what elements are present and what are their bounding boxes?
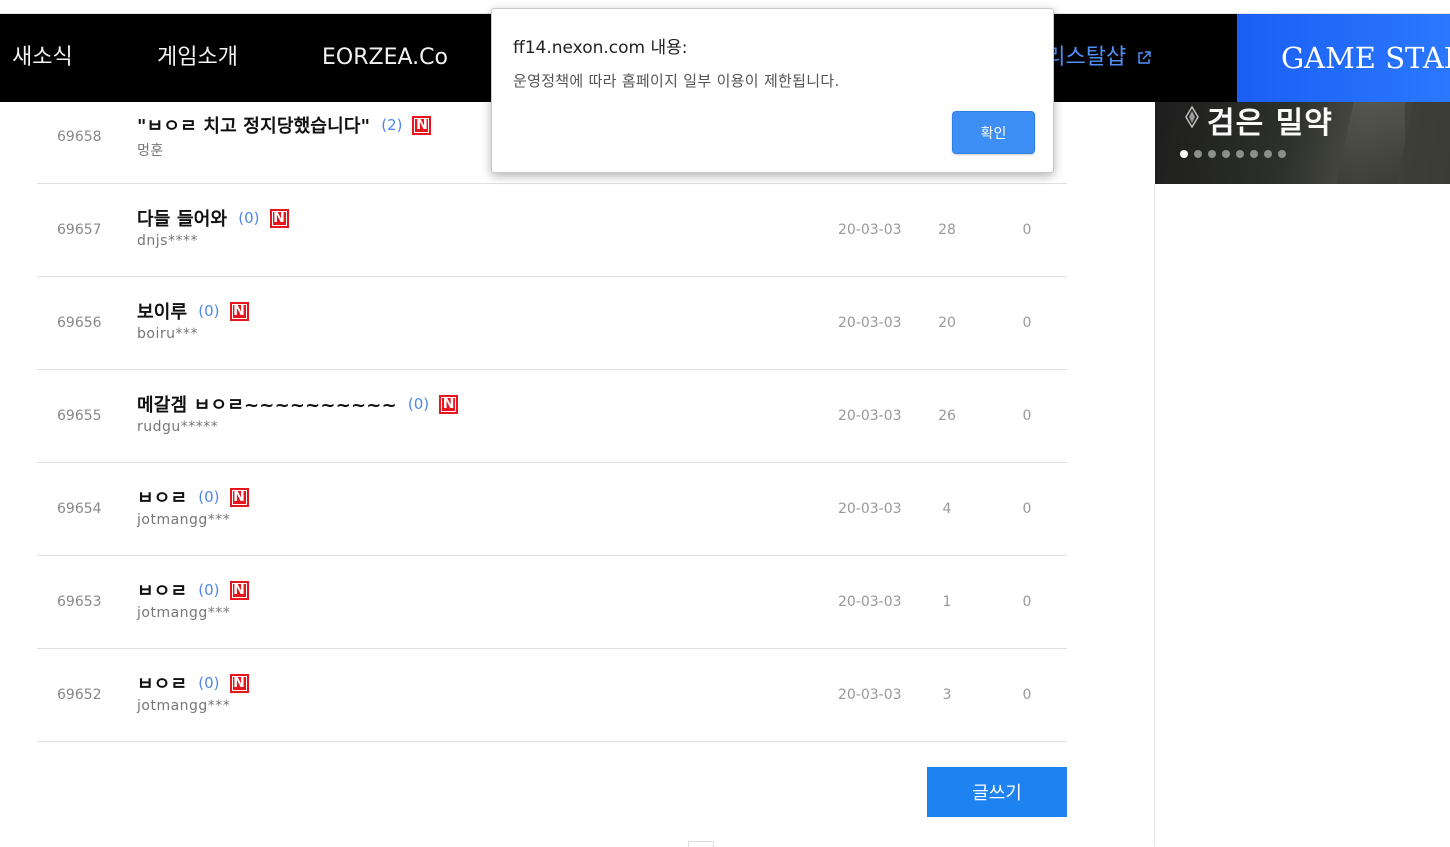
post-row[interactable]: 69653 ㅂㅇㄹ (0) N jotmangg*** 20-03-03 1 0 bbox=[37, 556, 1067, 649]
new-badge-icon: N bbox=[269, 208, 289, 228]
post-number: 69657 bbox=[57, 222, 102, 238]
post-title[interactable]: "ㅂㅇㄹ 치고 정지당했습니다" bbox=[137, 112, 370, 138]
new-badge-icon: N bbox=[229, 301, 249, 321]
comment-count: (2) bbox=[381, 116, 403, 134]
post-likes: 0 bbox=[1022, 408, 1032, 424]
banner-art-figure bbox=[1336, 102, 1414, 184]
post-date: 20-03-03 bbox=[838, 408, 902, 424]
post-title[interactable]: ㅂㅇㄹ bbox=[137, 577, 187, 603]
banner-dot[interactable] bbox=[1208, 150, 1216, 158]
banner-dot[interactable] bbox=[1250, 150, 1258, 158]
post-views: 3 bbox=[942, 687, 952, 703]
new-badge-icon: N bbox=[439, 394, 459, 414]
external-link-icon bbox=[1138, 51, 1151, 64]
post-title[interactable]: 보이루 bbox=[137, 298, 187, 324]
new-badge-icon: N bbox=[412, 115, 432, 135]
post-author: dnjs**** bbox=[137, 233, 198, 249]
post-author: rudgu***** bbox=[137, 419, 219, 435]
banner-dot[interactable] bbox=[1180, 150, 1188, 158]
post-number: 69653 bbox=[57, 594, 102, 610]
promo-banner[interactable]: 검은 밀약 bbox=[1155, 102, 1450, 184]
post-number: 69656 bbox=[57, 315, 102, 331]
post-row[interactable]: 69656 보이루 (0) N boiru*** 20-03-03 20 0 bbox=[37, 277, 1067, 370]
diamond-icon bbox=[1185, 106, 1199, 128]
post-number: 69658 bbox=[57, 129, 102, 145]
game-start-button[interactable]: GAME START bbox=[1237, 14, 1450, 102]
comment-count: (0) bbox=[198, 302, 220, 320]
post-title[interactable]: 메갈겜 ㅂㅇㄹ~~~~~~~~~~ bbox=[137, 391, 397, 417]
post-date: 20-03-03 bbox=[838, 222, 902, 238]
post-author: jotmangg*** bbox=[137, 512, 231, 528]
post-list: 69658 "ㅂㅇㄹ 치고 정지당했습니다" (2) N 멍훈 69657 다들… bbox=[37, 91, 1067, 742]
post-date: 20-03-03 bbox=[838, 315, 902, 331]
new-badge-icon: N bbox=[229, 487, 249, 507]
banner-dot[interactable] bbox=[1278, 150, 1286, 158]
new-badge-icon: N bbox=[229, 580, 249, 600]
post-number: 69654 bbox=[57, 501, 102, 517]
comment-count: (0) bbox=[238, 209, 260, 227]
post-likes: 0 bbox=[1022, 687, 1032, 703]
post-number: 69652 bbox=[57, 687, 102, 703]
post-author: boiru*** bbox=[137, 326, 198, 342]
post-date: 20-03-03 bbox=[838, 687, 902, 703]
alert-dialog: ff14.nexon.com 내용: 운영정책에 따라 홈페이지 일부 이용이 … bbox=[491, 8, 1054, 173]
post-number: 69655 bbox=[57, 408, 102, 424]
post-views: 26 bbox=[938, 408, 956, 424]
dialog-ok-button[interactable]: 확인 bbox=[952, 111, 1035, 154]
write-post-button[interactable]: 글쓰기 bbox=[927, 767, 1067, 817]
banner-dot[interactable] bbox=[1222, 150, 1230, 158]
banner-dot[interactable] bbox=[1236, 150, 1244, 158]
pagination-partial[interactable] bbox=[688, 841, 714, 847]
nav-item-eorzea-co[interactable]: EORZEA.Co bbox=[322, 14, 448, 102]
comment-count: (0) bbox=[198, 674, 220, 692]
banner-dot[interactable] bbox=[1194, 150, 1202, 158]
post-row[interactable]: 69652 ㅂㅇㄹ (0) N jotmangg*** 20-03-03 3 0 bbox=[37, 649, 1067, 742]
dialog-title: ff14.nexon.com 내용: bbox=[513, 38, 688, 58]
new-badge-icon: N bbox=[229, 673, 249, 693]
comment-count: (0) bbox=[198, 581, 220, 599]
post-row[interactable]: 69654 ㅂㅇㄹ (0) N jotmangg*** 20-03-03 4 0 bbox=[37, 463, 1067, 556]
dialog-message: 운영정책에 따라 홈페이지 일부 이용이 제한됩니다. bbox=[513, 72, 840, 90]
comment-count: (0) bbox=[407, 395, 430, 413]
sidebar-divider bbox=[1154, 184, 1155, 846]
post-date: 20-03-03 bbox=[838, 594, 902, 610]
banner-art-background bbox=[1405, 102, 1450, 184]
post-row[interactable]: 69657 다들 들어와 (0) N dnjs**** 20-03-03 28 … bbox=[37, 184, 1067, 277]
post-author: 멍훈 bbox=[137, 143, 164, 159]
post-likes: 0 bbox=[1022, 594, 1032, 610]
post-row[interactable]: 69655 메갈겜 ㅂㅇㄹ~~~~~~~~~~ (0) N rudgu*****… bbox=[37, 370, 1067, 463]
nav-item-news[interactable]: 새소식 bbox=[12, 14, 73, 102]
nav-item-game-intro[interactable]: 게임소개 bbox=[157, 14, 238, 102]
banner-title: 검은 밀약 bbox=[1207, 106, 1333, 141]
post-likes: 0 bbox=[1022, 222, 1032, 238]
banner-pagination bbox=[1180, 150, 1286, 158]
banner-dot[interactable] bbox=[1264, 150, 1272, 158]
post-views: 1 bbox=[942, 594, 952, 610]
post-views: 20 bbox=[938, 315, 956, 331]
post-date: 20-03-03 bbox=[838, 501, 902, 517]
post-likes: 0 bbox=[1022, 501, 1032, 517]
post-likes: 0 bbox=[1022, 315, 1032, 331]
post-author: jotmangg*** bbox=[137, 698, 231, 714]
comment-count: (0) bbox=[198, 488, 220, 506]
post-views: 28 bbox=[938, 222, 956, 238]
post-title[interactable]: ㅂㅇㄹ bbox=[137, 484, 187, 510]
post-views: 4 bbox=[942, 501, 952, 517]
post-author: jotmangg*** bbox=[137, 605, 231, 621]
post-title[interactable]: 다들 들어와 bbox=[137, 205, 227, 231]
post-title[interactable]: ㅂㅇㄹ bbox=[137, 670, 187, 696]
